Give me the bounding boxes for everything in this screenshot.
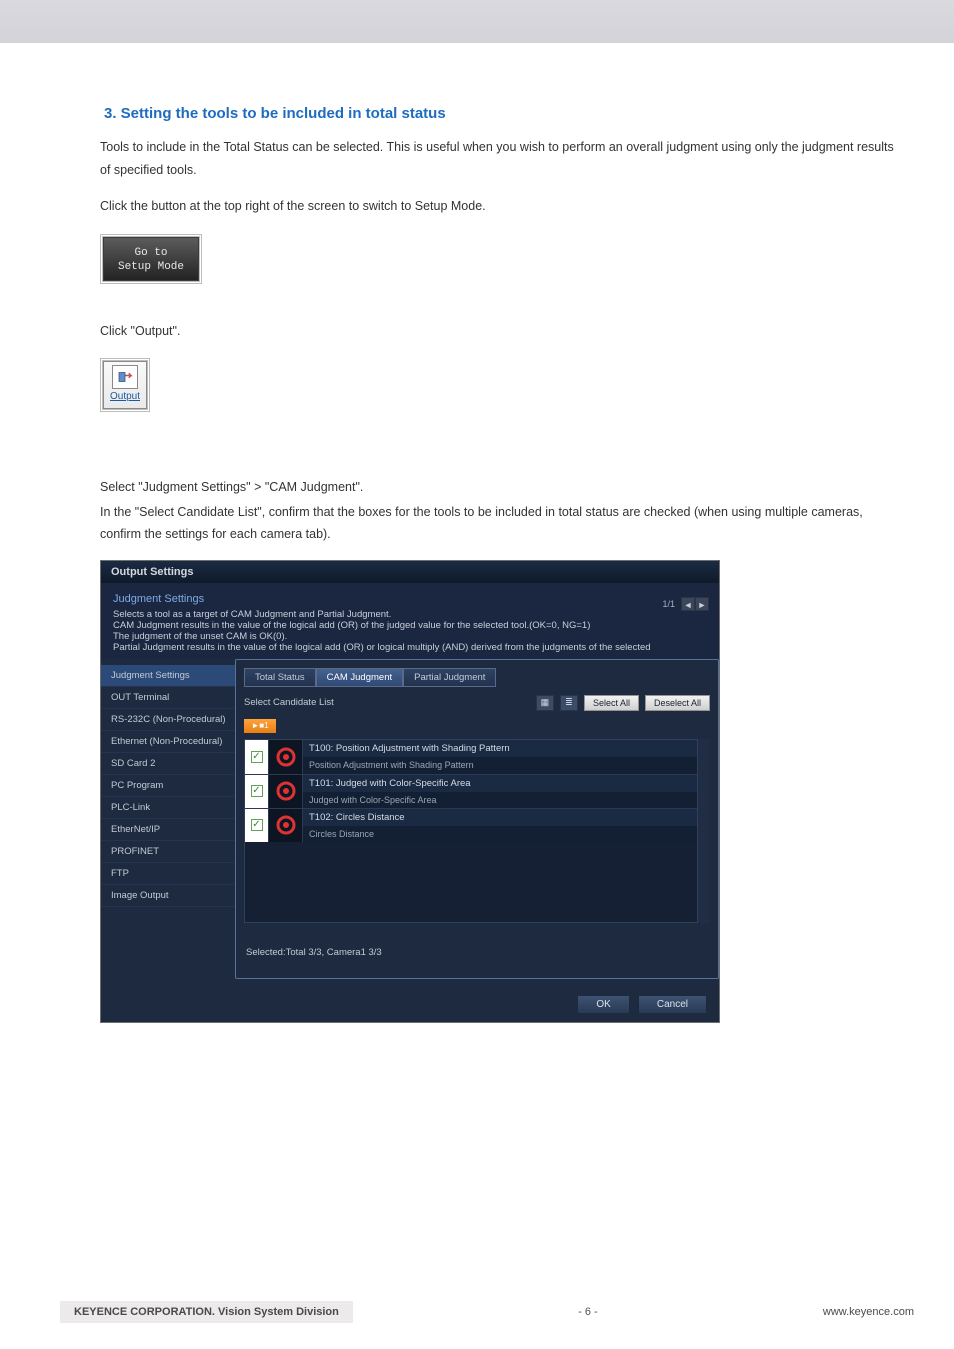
footer-left: KEYENCE CORPORATION. Vision System Divis… bbox=[60, 1301, 353, 1323]
section-heading: 3. Setting the tools to be included in t… bbox=[104, 105, 894, 122]
judgment-tabs: Total Status CAM Judgment Partial Judgme… bbox=[244, 668, 710, 687]
output-settings-footer: OK Cancel bbox=[101, 987, 719, 1022]
output-button-caption: Output bbox=[110, 391, 140, 402]
header-line-2: CAM Judgment results in the value of the… bbox=[113, 620, 707, 631]
tab-total-status[interactable]: Total Status bbox=[244, 668, 316, 687]
sidebar-item-plc-link[interactable]: PLC-Link bbox=[101, 797, 241, 819]
header-line-4: Partial Judgment results in the value of… bbox=[113, 642, 707, 653]
output-settings-main: Total Status CAM Judgment Partial Judgme… bbox=[241, 659, 719, 987]
tool-thumb-t101 bbox=[269, 775, 303, 808]
sidebar-item-sd-card-2[interactable]: SD Card 2 bbox=[101, 753, 241, 775]
select-all-button[interactable]: Select All bbox=[584, 695, 639, 711]
camera-tab-1[interactable]: ►■ 1 bbox=[244, 719, 276, 733]
judgment-settings-heading: Judgment Settings bbox=[113, 593, 707, 605]
view-grid-icon[interactable]: ▦ bbox=[536, 695, 554, 711]
step-3b-text: In the "Select Candidate List", confirm … bbox=[100, 501, 894, 546]
sidebar-item-rs232c[interactable]: RS-232C (Non-Procedural) bbox=[101, 709, 241, 731]
output-button[interactable]: Output bbox=[103, 361, 147, 409]
output-settings-title: Output Settings bbox=[101, 561, 719, 583]
tool-row-t100[interactable]: T100: Position Adjustment with Shading P… bbox=[245, 740, 697, 774]
sidebar-item-ethernet[interactable]: Ethernet (Non-Procedural) bbox=[101, 731, 241, 753]
setup-btn-line1: Go to bbox=[104, 246, 198, 260]
tool-checkbox-t102[interactable] bbox=[245, 809, 269, 842]
tab-partial-judgment[interactable]: Partial Judgment bbox=[403, 668, 496, 687]
tool-name-t101: T101: Judged with Color-Specific Area bbox=[303, 775, 697, 792]
tool-sub-t100: Position Adjustment with Shading Pattern bbox=[303, 757, 697, 773]
output-icon bbox=[112, 365, 138, 389]
footer-right: www.keyence.com bbox=[823, 1306, 954, 1318]
tool-thumb-t100 bbox=[269, 740, 303, 774]
output-button-shot: Output bbox=[100, 358, 150, 412]
cancel-button[interactable]: Cancel bbox=[638, 995, 707, 1014]
tool-name-t102: T102: Circles Distance bbox=[303, 809, 697, 826]
sidebar-item-pc-program[interactable]: PC Program bbox=[101, 775, 241, 797]
tool-sub-t102: Circles Distance bbox=[303, 826, 697, 842]
header-band bbox=[0, 0, 954, 43]
tool-row-t102[interactable]: T102: Circles Distance Circles Distance bbox=[245, 808, 697, 842]
header-line-1: Selects a tool as a target of CAM Judgme… bbox=[113, 609, 707, 620]
sidebar-item-image-output[interactable]: Image Output bbox=[101, 885, 241, 907]
sidebar-item-ethernet-ip[interactable]: EtherNet/IP bbox=[101, 819, 241, 841]
view-list-icon[interactable]: ≣ bbox=[560, 695, 578, 711]
pager-label: 1/1 bbox=[662, 599, 675, 609]
judgment-settings-header: Judgment Settings Selects a tool as a ta… bbox=[101, 583, 719, 659]
tool-checkbox-t101[interactable] bbox=[245, 775, 269, 808]
page-content: 3. Setting the tools to be included in t… bbox=[0, 43, 954, 1023]
sidebar-item-out-terminal[interactable]: OUT Terminal bbox=[101, 687, 241, 709]
setup-mode-button-shot: Go to Setup Mode bbox=[100, 234, 202, 284]
step-1-text: Click the button at the top right of the… bbox=[100, 195, 894, 218]
tool-name-t100: T100: Position Adjustment with Shading P… bbox=[303, 740, 697, 757]
sidebar-item-profinet[interactable]: PROFINET bbox=[101, 841, 241, 863]
output-settings-sidebar: Judgment Settings OUT Terminal RS-232C (… bbox=[101, 659, 241, 987]
tool-sub-t101: Judged with Color-Specific Area bbox=[303, 792, 697, 808]
footer-page-number: - 6 - bbox=[353, 1306, 823, 1318]
setup-btn-line2: Setup Mode bbox=[104, 260, 198, 274]
selected-summary: Selected:Total 3/3, Camera1 3/3 bbox=[246, 947, 710, 958]
step-2-text: Click "Output". bbox=[100, 320, 894, 343]
tool-thumb-t102 bbox=[269, 809, 303, 842]
page-footer: KEYENCE CORPORATION. Vision System Divis… bbox=[0, 1301, 954, 1323]
tab-cam-judgment[interactable]: CAM Judgment bbox=[316, 668, 403, 687]
sidebar-item-ftp[interactable]: FTP bbox=[101, 863, 241, 885]
tool-checkbox-t100[interactable] bbox=[245, 740, 269, 774]
pager-arrows[interactable]: ◄► bbox=[681, 597, 709, 611]
deselect-all-button[interactable]: Deselect All bbox=[645, 695, 710, 711]
pager: 1/1 ◄► bbox=[662, 597, 709, 611]
output-settings-dialog: Output Settings Judgment Settings Select… bbox=[100, 560, 720, 1023]
ok-button[interactable]: OK bbox=[577, 995, 629, 1014]
intro-paragraph: Tools to include in the Total Status can… bbox=[100, 136, 894, 181]
go-to-setup-mode-button[interactable]: Go to Setup Mode bbox=[103, 237, 199, 281]
tool-row-t101[interactable]: T101: Judged with Color-Specific Area Ju… bbox=[245, 774, 697, 808]
sidebar-item-judgment-settings[interactable]: Judgment Settings bbox=[101, 665, 241, 687]
header-line-3: The judgment of the unset CAM is OK(0). bbox=[113, 631, 707, 642]
output-settings-body: Judgment Settings OUT Terminal RS-232C (… bbox=[101, 659, 719, 987]
tool-list: T100: Position Adjustment with Shading P… bbox=[244, 739, 698, 923]
step-3a-text: Select "Judgment Settings" > "CAM Judgme… bbox=[100, 476, 894, 499]
tool-list-scrollbar[interactable] bbox=[698, 739, 710, 923]
select-candidate-list-label: Select Candidate List bbox=[244, 697, 530, 708]
